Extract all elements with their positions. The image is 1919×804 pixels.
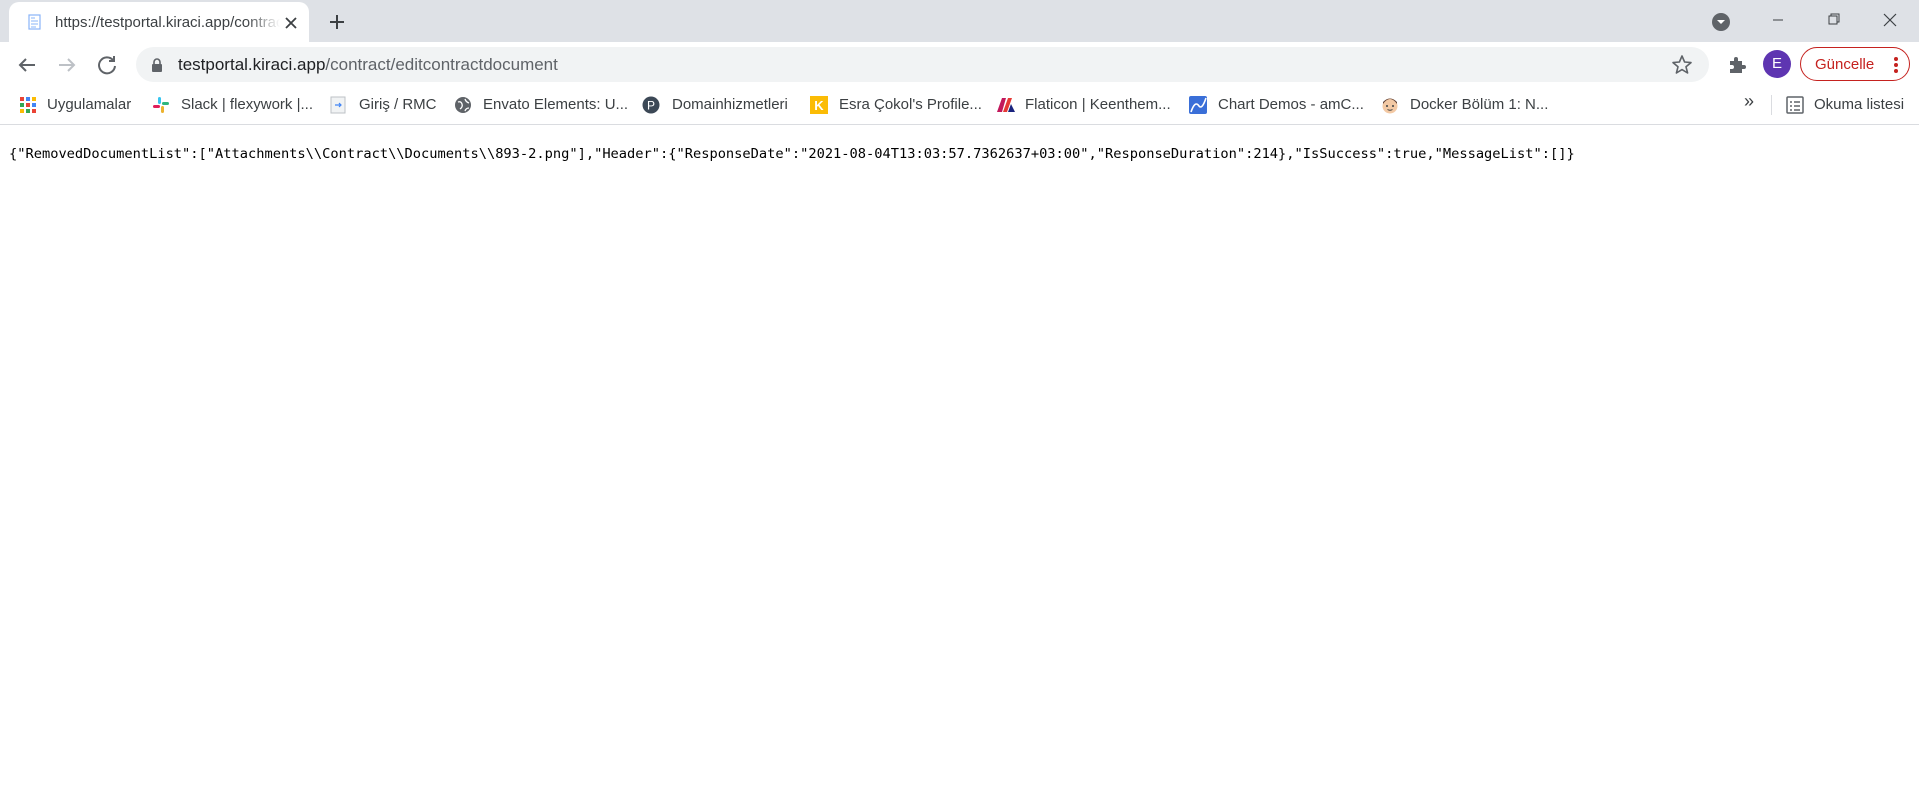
lock-icon[interactable] — [150, 57, 164, 73]
bookmark-label: Chart Demos - amC... — [1218, 96, 1364, 113]
extensions-puzzle-icon[interactable] — [1725, 53, 1749, 77]
url-path: /contract/editcontractdocument — [325, 55, 558, 74]
svg-text:P: P — [647, 99, 655, 113]
tab-title: https://testportal.kiraci.app/contract/e… — [55, 14, 280, 31]
flaticon-icon — [996, 96, 1016, 114]
globe-icon — [454, 96, 472, 114]
bookmark-label: Esra Çokol's Profile... — [839, 96, 982, 113]
bookmark-label: Giriş / RMC — [359, 96, 437, 113]
bookmark-label: Domainhizmetleri — [672, 96, 788, 113]
svg-text:K: K — [814, 98, 824, 113]
bookmarks-bar: Uygulamalar Slack | flexywork |... Giriş… — [0, 87, 1919, 125]
k-logo-icon: K — [810, 96, 828, 114]
slack-icon — [152, 96, 170, 114]
bookmarks-divider — [1771, 95, 1772, 115]
bookmark-label: Flaticon | Keenthem... — [1025, 96, 1171, 113]
bookmark-star-icon[interactable] — [1671, 54, 1693, 76]
bookmarks-overflow-chevron[interactable]: » — [1744, 91, 1754, 112]
url-text[interactable]: testportal.kiraci.app/contract/editcontr… — [178, 55, 558, 75]
forward-arrow-icon[interactable] — [53, 51, 81, 79]
back-arrow-icon[interactable] — [13, 51, 41, 79]
page-content: {"RemovedDocumentList":["Attachments\\Co… — [0, 125, 1919, 804]
update-button[interactable]: Güncelle — [1800, 47, 1910, 81]
window-minimize-icon[interactable] — [1755, 4, 1801, 36]
reading-list-icon — [1786, 96, 1804, 114]
bookmark-label: Docker Bölüm 1: N... — [1410, 96, 1549, 113]
update-button-label: Güncelle — [1815, 56, 1875, 73]
active-tab[interactable]: https://testportal.kiraci.app/contract/e… — [9, 2, 309, 42]
url-host: testportal.kiraci.app — [178, 55, 326, 74]
window-close-icon[interactable] — [1867, 4, 1913, 36]
avatar-face-icon — [1381, 96, 1399, 114]
reading-list-label: Okuma listesi — [1814, 96, 1905, 113]
window-restore-icon[interactable] — [1811, 4, 1857, 36]
tab-search-icon[interactable] — [1710, 11, 1732, 33]
page-icon — [329, 96, 347, 114]
address-bar[interactable]: testportal.kiraci.app/contract/editcontr… — [136, 47, 1709, 82]
new-tab-plus-icon[interactable] — [325, 10, 349, 34]
kebab-menu-icon[interactable] — [1888, 55, 1904, 75]
profile-avatar[interactable]: E — [1763, 50, 1791, 78]
document-favicon-icon — [27, 14, 43, 30]
reload-icon[interactable] — [93, 51, 121, 79]
bookmark-label: Envato Elements: U... — [483, 96, 629, 113]
apps-grid-icon — [19, 96, 37, 114]
tab-strip: https://testportal.kiraci.app/contract/e… — [0, 0, 1919, 42]
amcharts-icon — [1189, 96, 1207, 114]
tab-close-icon[interactable] — [281, 13, 301, 33]
browser-toolbar: testportal.kiraci.app/contract/editcontr… — [0, 42, 1919, 87]
bookmark-label: Uygulamalar — [47, 96, 132, 113]
bookmark-label: Slack | flexywork |... — [181, 96, 313, 113]
json-response-text: {"RemovedDocumentList":["Attachments\\Co… — [9, 146, 1575, 162]
p-circle-icon: P — [642, 96, 660, 114]
